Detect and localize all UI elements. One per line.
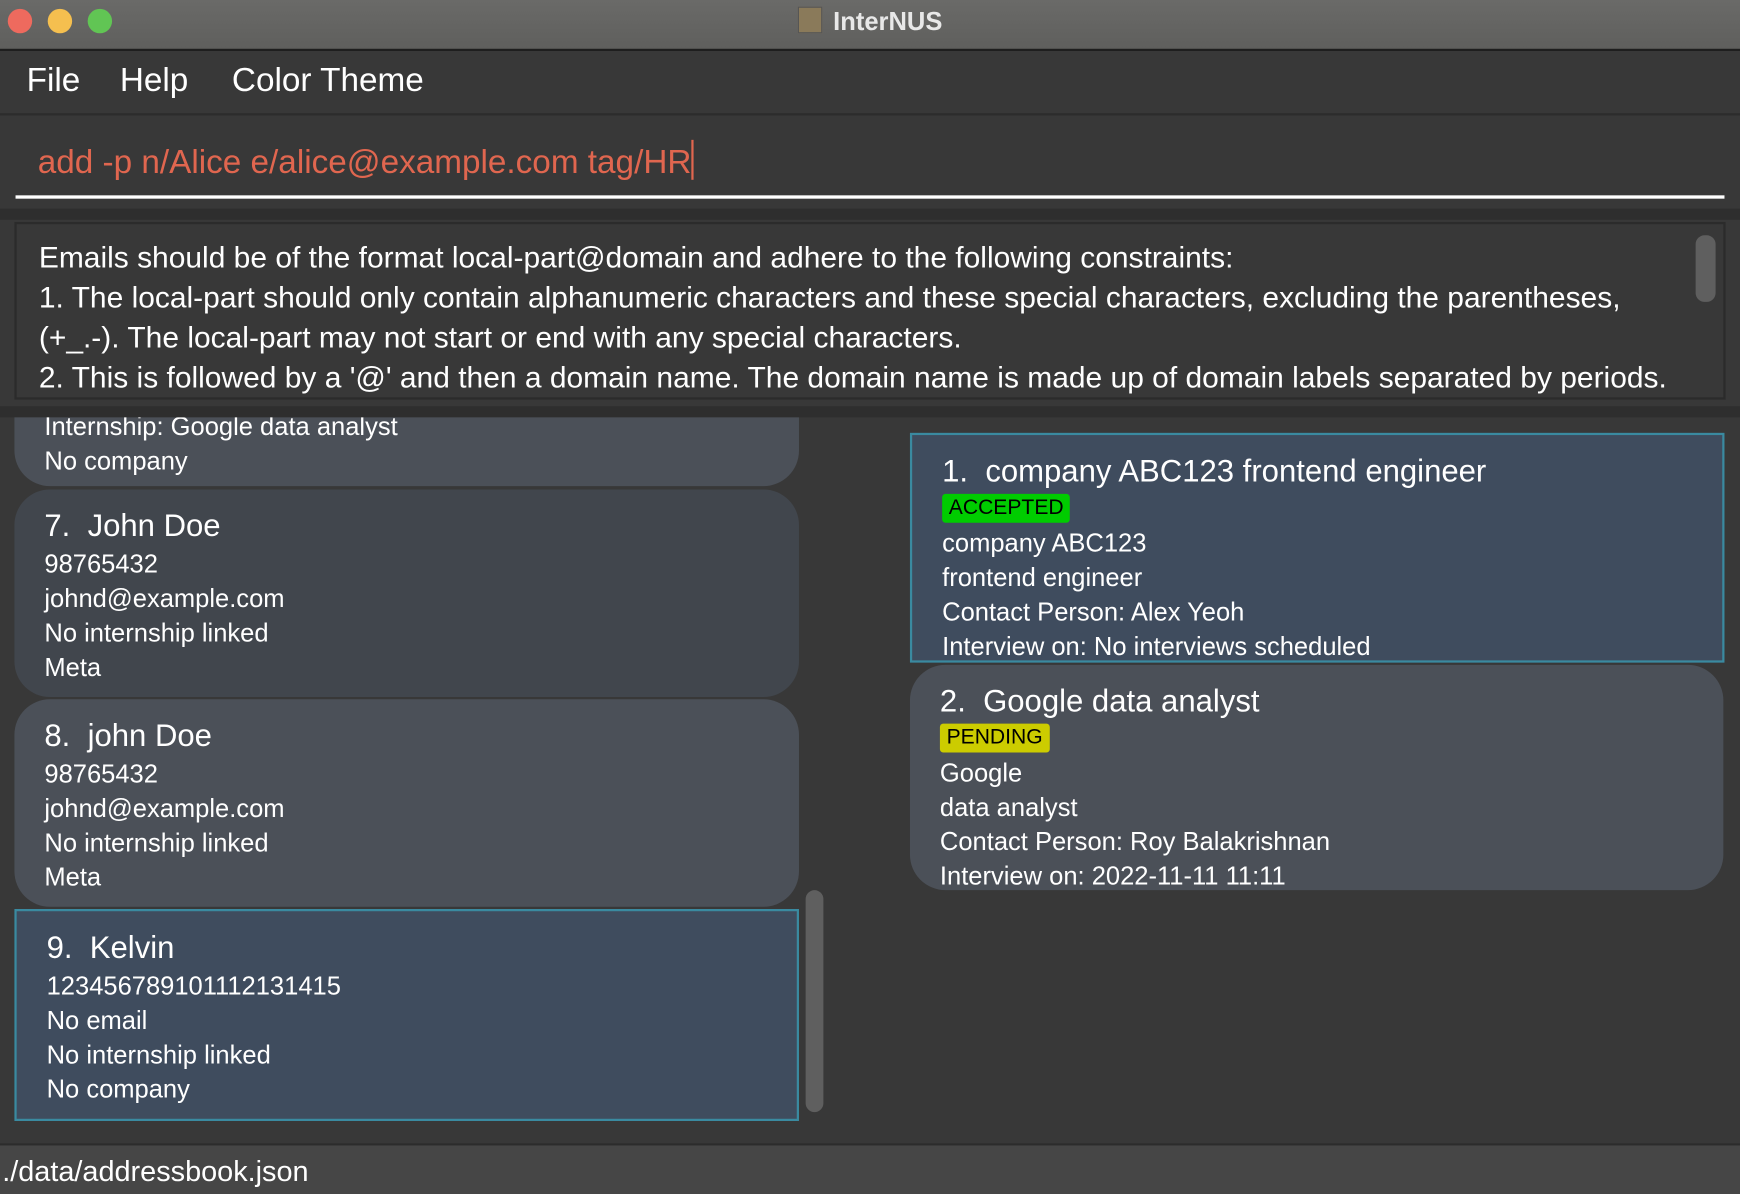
internship-company: Google [939, 758, 1023, 787]
person-phone: 123456789101112131415 [46, 971, 341, 1001]
internship-list[interactable]: 1. company ABC123 frontend engineer ACCE… [888, 417, 1740, 1143]
person-company: Meta [44, 652, 102, 682]
internship-card-selected[interactable]: 1. company ABC123 frontend engineer ACCE… [909, 432, 1725, 663]
internship-contact: Contact Person: Alex Yeoh [942, 597, 1245, 626]
internship-card[interactable]: 2. Google data analyst PENDING Google da… [909, 664, 1724, 891]
internship-title: 1. company ABC123 frontend engineer [942, 453, 1487, 489]
internship-interview: Interview on: 2022-11-11 11:11 [939, 861, 1286, 891]
menu-color-theme[interactable]: Color Theme [232, 62, 424, 100]
internship-contact: Contact Person: Roy Balakrishnan [939, 826, 1331, 856]
status-badge: PENDING [939, 723, 1050, 753]
command-input[interactable]: add -p n/Alice e/alice@example.com tag/H… [38, 139, 694, 182]
person-email: johnd@example.com [44, 583, 285, 613]
person-list[interactable]: Internship: Google data analyst No compa… [0, 417, 843, 1143]
person-name: 7. John Doe [44, 508, 221, 543]
command-underline [15, 195, 1725, 199]
window-title: InterNUS [0, 6, 1740, 37]
app-icon [797, 6, 823, 34]
result-scrollbar[interactable] [1695, 235, 1716, 302]
internship-role: frontend engineer [942, 562, 1143, 592]
person-company: Meta [44, 862, 102, 892]
person-phone: 98765432 [44, 549, 158, 579]
person-list-scrollbar[interactable] [805, 890, 824, 1113]
person-card[interactable]: 8. john Doe 98765432 johnd@example.com N… [14, 699, 799, 907]
person-email: No email [46, 1005, 148, 1035]
internship-company: company ABC123 [942, 528, 1147, 558]
title-bar: InterNUS [0, 0, 1740, 52]
person-internship: No internship linked [44, 618, 269, 648]
person-company: No company [46, 1074, 190, 1104]
person-email: johnd@example.com [44, 793, 285, 823]
result-display[interactable]: Emails should be of the format local-par… [14, 221, 1726, 400]
menu-help[interactable]: Help [120, 62, 188, 100]
person-name: 8. john Doe [44, 718, 212, 753]
result-line: 2. This is followed by a '@' and then a … [38, 360, 1667, 395]
status-bar: ./data/addressbook.json [0, 1143, 1740, 1194]
result-line: (+_.-). The local-part may not start or … [38, 320, 962, 355]
person-name: 9. Kelvin [46, 930, 175, 965]
internship-title: 2. Google data analyst [939, 683, 1260, 719]
person-phone: 98765432 [44, 759, 158, 789]
person-card[interactable]: 7. John Doe 98765432 johnd@example.com N… [14, 489, 799, 698]
person-company: No company [44, 446, 188, 476]
person-internship: No internship linked [44, 827, 269, 857]
command-text[interactable]: add -p n/Alice e/alice@example.com tag/H… [38, 144, 692, 181]
status-badge: ACCEPTED [942, 493, 1071, 523]
app-window: InterNUS File Help Color Theme add -p n/… [0, 0, 1740, 1194]
person-internship: No internship linked [46, 1039, 271, 1069]
result-text: Emails should be of the format local-par… [39, 238, 1692, 398]
person-internship: Internship: Google data analyst [44, 417, 398, 441]
result-line: 1. The local-part should only contain al… [38, 280, 1621, 315]
result-line: Emails should be of the format local-par… [38, 240, 1234, 275]
text-caret [691, 139, 694, 180]
internship-role: data analyst [939, 792, 1078, 822]
window-title-text: InterNUS [833, 6, 943, 36]
command-box: add -p n/Alice e/alice@example.com tag/H… [0, 115, 1740, 220]
menu-bar: File Help Color Theme [0, 51, 1740, 116]
data-file-path: ./data/addressbook.json [2, 1154, 309, 1188]
person-card[interactable]: Internship: Google data analyst No compa… [14, 417, 799, 487]
internship-interview: Interview on: No interviews scheduled [942, 631, 1371, 661]
menu-file[interactable]: File [27, 62, 81, 100]
divider [0, 406, 1740, 418]
person-card-selected[interactable]: 9. Kelvin 123456789101112131415 No email… [14, 909, 799, 1121]
